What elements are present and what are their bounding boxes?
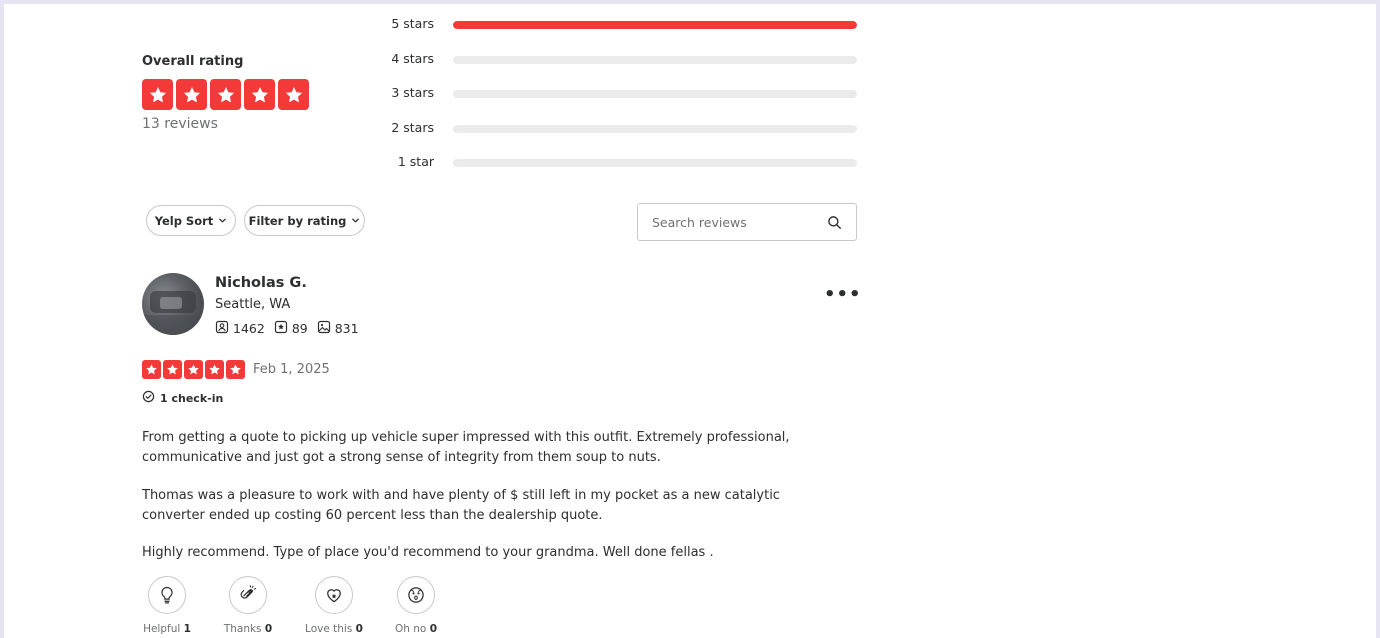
photos-stat: 831 [317, 320, 359, 337]
reviews-stat: 89 [274, 320, 308, 337]
star-icon [142, 360, 161, 379]
chevron-down-icon [218, 214, 227, 228]
checkin-badge: 1 check-in [142, 390, 223, 406]
reaction-count: 0 [429, 623, 437, 635]
star-icon [205, 360, 224, 379]
star-icon [278, 79, 309, 110]
reaction-love-button[interactable]: Love this 0 [302, 576, 366, 635]
rating-bar-track [453, 90, 857, 98]
checkin-icon [142, 390, 155, 406]
avatar[interactable] [142, 273, 204, 335]
overall-star-rating [142, 79, 309, 110]
reviewer-stats: 1462 89 831 [215, 320, 359, 337]
filter-rating-dropdown-button[interactable]: Filter by rating [244, 205, 365, 236]
rating-bar-row[interactable]: 3 stars [364, 83, 864, 103]
friends-stat: 1462 [215, 320, 265, 337]
search-reviews-input[interactable] [638, 204, 818, 240]
sort-dropdown-label: Yelp Sort [154, 213, 214, 228]
rating-bar-track [453, 125, 857, 133]
chevron-down-icon [351, 214, 360, 228]
reaction-label: Helpful [143, 623, 181, 635]
sort-dropdown-button[interactable]: Yelp Sort [146, 205, 236, 236]
rating-bar-label: 3 stars [391, 85, 434, 100]
review-paragraph: Thomas was a pleasure to work with and h… [142, 488, 780, 523]
review-paragraph: From getting a quote to picking up vehic… [142, 430, 790, 465]
friends-count: 1462 [233, 321, 265, 336]
rating-bar-row[interactable]: 1 star [364, 152, 864, 172]
rating-bar-row[interactable]: 2 stars [364, 118, 864, 138]
surprised-face-icon [397, 576, 435, 614]
review-star-icon [274, 320, 288, 337]
star-icon [210, 79, 241, 110]
star-icon [176, 79, 207, 110]
checkin-label: 1 check-in [160, 391, 224, 405]
star-icon [163, 360, 182, 379]
reaction-label: Love this [305, 623, 353, 635]
review-star-rating [142, 360, 245, 379]
rating-bar-label: 5 stars [391, 16, 434, 31]
rating-bar-label: 4 stars [391, 51, 434, 66]
reviewer-location: Seattle, WA [215, 297, 291, 312]
rating-bar-track [453, 56, 857, 64]
lightbulb-icon [148, 576, 186, 614]
photos-count: 831 [334, 321, 359, 336]
friends-icon [215, 320, 229, 337]
heart-icon [315, 576, 353, 614]
overall-rating-label: Overall rating [142, 54, 244, 69]
reaction-thanks-button[interactable]: Thanks 0 [216, 576, 280, 635]
star-icon [226, 360, 245, 379]
rating-bar-row[interactable]: 5 stars [364, 14, 864, 34]
reaction-label: Oh no [395, 623, 427, 635]
clapping-hands-icon [229, 576, 267, 614]
reaction-label: Thanks [223, 623, 262, 635]
rating-bar-row[interactable]: 4 stars [364, 49, 864, 69]
review-paragraph: Highly recommend. Type of place you'd re… [142, 545, 714, 560]
review-date: Feb 1, 2025 [253, 362, 330, 377]
reviews-count: 89 [291, 321, 308, 336]
rating-bar-label: 1 star [397, 154, 434, 169]
rating-bar-label: 2 stars [391, 120, 434, 135]
reaction-count: 1 [183, 623, 191, 635]
rating-bar-track [453, 159, 857, 167]
rating-bar-track [453, 21, 857, 29]
rating-bar-fill [453, 21, 857, 29]
review-count: 13 reviews [142, 116, 218, 132]
photo-icon [317, 320, 331, 337]
more-options-icon[interactable]: ••• [824, 284, 862, 305]
star-icon [244, 79, 275, 110]
star-icon [184, 360, 203, 379]
reviewer-name[interactable]: Nicholas G. [215, 275, 307, 291]
reviews-page: Overall rating 13 reviews 5 stars 4 star… [4, 4, 1376, 638]
filter-dropdown-label: Filter by rating [248, 213, 347, 228]
reaction-oh-no-button[interactable]: Oh no 0 [384, 576, 448, 635]
search-reviews-box [637, 203, 857, 241]
star-icon [142, 79, 173, 110]
reaction-helpful-button[interactable]: Helpful 1 [135, 576, 199, 635]
reaction-count: 0 [355, 623, 363, 635]
search-icon[interactable] [827, 215, 842, 234]
reaction-count: 0 [264, 623, 273, 635]
